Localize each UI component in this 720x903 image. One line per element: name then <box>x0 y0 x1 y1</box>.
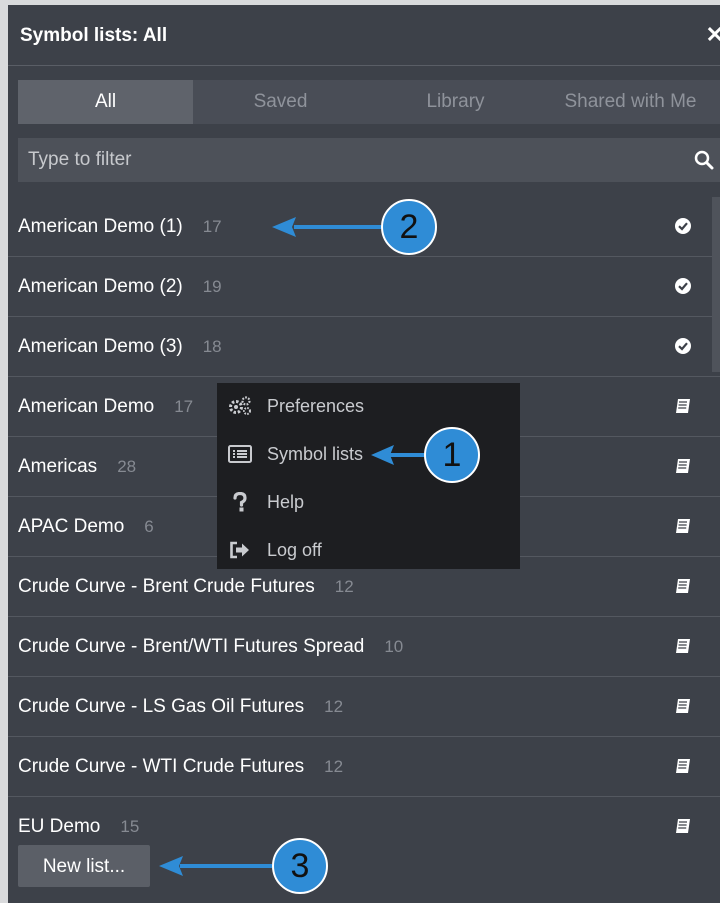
question-icon <box>227 492 253 512</box>
book-icon[interactable] <box>674 757 692 775</box>
book-icon[interactable] <box>674 517 692 535</box>
menu-item-log-off[interactable]: Log off <box>217 527 520 573</box>
menu-label-help: Help <box>267 491 305 512</box>
list-icon <box>227 444 253 464</box>
list-item[interactable]: American Demo (3) 18 <box>8 317 720 377</box>
list-item-name: APAC Demo <box>18 515 125 537</box>
check-circle-icon[interactable] <box>674 337 692 355</box>
list-item-name: Crude Curve - Brent Crude Futures <box>18 575 315 597</box>
tab-library[interactable]: Library <box>368 80 543 124</box>
list-item-name: American Demo (1) <box>18 215 183 237</box>
main-menu-popup: Preferences Symbol lists Help Log off <box>217 383 520 569</box>
book-icon[interactable] <box>674 577 692 595</box>
list-item[interactable]: EU Demo 15 <box>8 797 720 835</box>
panel-title: Symbol lists: All <box>20 25 168 46</box>
filter-input[interactable] <box>18 138 720 182</box>
book-icon[interactable] <box>674 637 692 655</box>
close-icon[interactable]: ✕ <box>706 22 720 48</box>
menu-label-log-off: Log off <box>267 539 322 560</box>
callout-badge-3: 3 <box>272 838 328 894</box>
menu-label-symbol-lists: Symbol lists <box>267 443 364 464</box>
callout-badge-1: 1 <box>424 427 480 483</box>
book-icon[interactable] <box>674 397 692 415</box>
list-item-name: Crude Curve - WTI Crude Futures <box>18 755 305 777</box>
list-item-count: 28 <box>117 456 137 476</box>
menu-label-preferences: Preferences <box>267 395 365 416</box>
list-item-name: Crude Curve - LS Gas Oil Futures <box>18 695 305 717</box>
callout-arrow-2 <box>272 217 386 237</box>
list-item-count: 17 <box>174 396 194 416</box>
tab-shared-with-me[interactable]: Shared with Me <box>543 80 718 124</box>
check-circle-icon[interactable] <box>674 277 692 295</box>
scrollbar-thumb[interactable] <box>712 197 720 372</box>
menu-item-preferences[interactable]: Preferences <box>217 383 520 429</box>
list-item-count: 15 <box>120 816 140 836</box>
search-icon[interactable] <box>694 150 714 170</box>
list-item[interactable]: Crude Curve - WTI Crude Futures 12 <box>8 737 720 797</box>
tab-saved[interactable]: Saved <box>193 80 368 124</box>
list-item-name: American Demo <box>18 395 155 417</box>
tab-all[interactable]: All <box>18 80 193 124</box>
list-item-count: 12 <box>324 756 344 776</box>
book-icon[interactable] <box>674 817 692 835</box>
list-item-name: EU Demo <box>18 815 101 836</box>
list-item-count: 12 <box>324 696 344 716</box>
list-item[interactable]: American Demo (2) 19 <box>8 257 720 317</box>
callout-arrow-3 <box>159 856 272 876</box>
list-item-name: Americas <box>18 455 98 477</box>
list-item-count: 10 <box>384 636 404 656</box>
list-item[interactable]: Crude Curve - LS Gas Oil Futures 12 <box>8 677 720 737</box>
check-circle-icon[interactable] <box>674 217 692 235</box>
list-item-name: Crude Curve - Brent/WTI Futures Spread <box>18 635 365 657</box>
callout-arrow-1 <box>371 445 428 465</box>
list-item-count: 19 <box>202 276 222 296</box>
new-list-button[interactable]: New list... <box>18 845 150 887</box>
gears-icon <box>227 396 253 416</box>
list-item[interactable]: Crude Curve - Brent/WTI Futures Spread 10 <box>8 617 720 677</box>
callout-badge-2: 2 <box>381 199 437 255</box>
list-item-count: 17 <box>202 216 222 236</box>
book-icon[interactable] <box>674 697 692 715</box>
menu-item-help[interactable]: Help <box>217 479 520 525</box>
log-off-icon <box>227 540 253 560</box>
list-item-name: American Demo (3) <box>18 335 183 357</box>
title-bar: Symbol lists: All ✕ <box>8 5 720 66</box>
list-item-count: 12 <box>334 576 354 596</box>
list-item-count: 6 <box>144 516 154 536</box>
tab-bar: All Saved Library Shared with Me <box>18 80 720 124</box>
list-item-name: American Demo (2) <box>18 275 183 297</box>
book-icon[interactable] <box>674 457 692 475</box>
list-item-count: 18 <box>202 336 222 356</box>
